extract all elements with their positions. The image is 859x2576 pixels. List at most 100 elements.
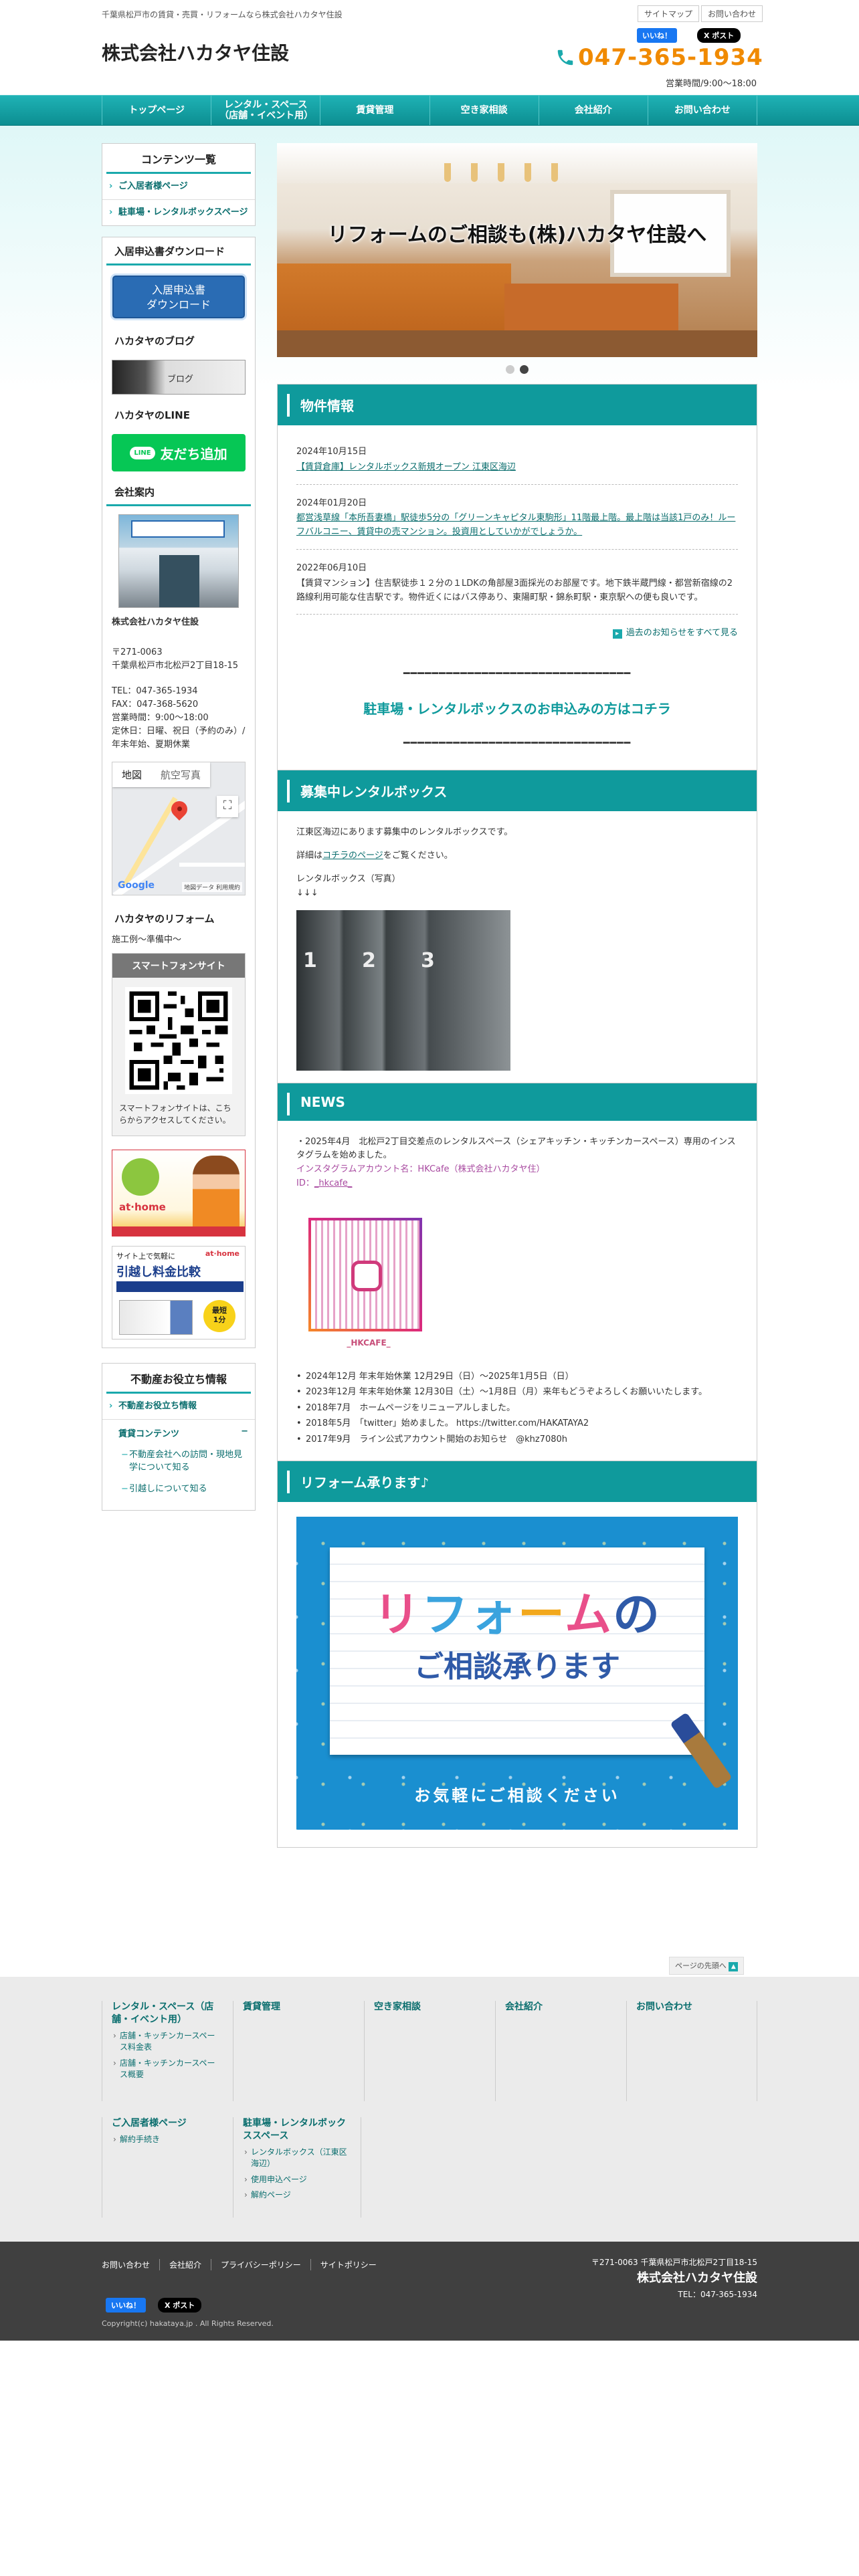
slider-dot-1[interactable] [506,364,514,374]
footer-link-privacy[interactable]: プライバシーポリシー [211,2259,310,2270]
footer-link-contact[interactable]: お問い合わせ [102,2259,159,2270]
news-item: 2024年12月 年末年始休業 12月29日（日）〜2025年1月5日（日） [296,1370,738,1384]
sub-item-moving[interactable]: 引越しについて知る [102,1479,255,1501]
property-date: 2022年06月10日 [296,562,367,573]
x-post-button[interactable]: X ポスト [697,28,741,43]
rental-contents-toggle[interactable]: 賃貸コンテンツ − [102,1420,255,1444]
hero-slider[interactable]: リフォームのご相談も(株)ハカタヤ住設へ [277,143,757,357]
footer-col-head[interactable]: 賃貸管理 [243,2001,352,2014]
property-link[interactable]: 【賃貸倉庫】レンタルボックス新規オープン 江東区海辺 [296,462,516,472]
map-tab-map[interactable]: 地図 [112,762,151,787]
nav-vacant-house[interactable]: 空き家相談 [429,96,539,125]
sidebar: コンテンツ一覧 ご入居者様ページ 駐車場・レンタルボックスページ 入居申込書ダウ… [102,143,256,1511]
nav-contact[interactable]: お問い合わせ [647,96,758,125]
arrow-up-icon: ▲ [729,1962,739,1971]
useful-info-title: 不動産お役立ち情報 [106,1364,251,1394]
map-type-tabs: 地図 航空写真 [112,762,211,787]
sitemap-link[interactable]: サイトマップ [638,5,700,22]
athome-logo: at·home [119,1200,166,1213]
footer-col-link[interactable]: 解約手続き [112,2134,221,2146]
athome-banner[interactable]: at·home [112,1149,246,1237]
map-tab-satellite[interactable]: 航空写真 [151,762,210,787]
insta-id: ID：_hkcafe_ [296,1178,353,1188]
footer-col-link[interactable]: 店舗・キッチンカースペース料金表 [112,2030,221,2054]
moving-banner-title: 引越し料金比較 [116,1265,201,1279]
rental-box-detail-link[interactable]: コチラのページ [322,851,383,861]
nav-rental-management[interactable]: 賃貸管理 [320,96,429,125]
smartphone-qr-code [125,986,232,1094]
reform-banner-subtitle: ご相談承ります [414,1650,620,1685]
application-download-button[interactable]: 入居申込書 ダウンロード [110,274,247,321]
company-fax: FAX：047-368-5620 [112,699,199,710]
instagram-qr-code: _HKCAFE_ [308,1217,429,1352]
page-bottom-blank [0,2341,859,2576]
company-info-title: 会社案内 [106,478,251,507]
nav-rental-space[interactable]: レンタル・スペース（店舗・イベント用） [211,96,320,125]
company-logo-text[interactable]: 株式会社ハカタヤ住設 [102,39,289,66]
x-post-button[interactable]: X ポスト [158,2298,202,2313]
facebook-like-button[interactable]: いいね！ [106,2298,146,2313]
reform-banner[interactable]: リフォームの ご相談承ります お気軽にご相談ください [296,1517,738,1830]
rental-box-title: 募集中レンタルボックス [278,770,757,812]
line-logo-icon: LINE [130,446,155,459]
phone-number[interactable]: 047-365-1934 [555,44,763,71]
footer-col-head[interactable]: レンタル・スペース（店舗・イベント用） [112,2001,221,2026]
footer-link-company[interactable]: 会社紹介 [159,2259,211,2270]
business-hours: 営業時間/9:00〜18:00 [666,79,757,89]
footer-col-link[interactable]: 使用申込ページ [243,2174,351,2186]
footer-social-buttons: いいね！ X ポスト [106,2298,202,2313]
nav-company[interactable]: 会社紹介 [538,96,648,125]
footer-col-head[interactable]: 駐車場・レンタルボックススペース [243,2117,351,2143]
box-number: 1 [303,948,317,972]
property-info-section: 物件情報 2024年10月15日 【賃貸倉庫】レンタルボックス新規オープン 江東… [277,384,757,771]
moving-banner-head: サイト上で気軽に [116,1251,175,1261]
page-top-link[interactable]: ページの先頭へ ▲ [669,1957,745,1975]
footer-col: お問い合わせ [626,2001,757,2101]
sub-item-visit[interactable]: 不動産会社への訪問・現地見学について知る [102,1444,255,1479]
property-entry: 2022年06月10日 【賃貸マンション】住吉駅徒歩１２分の１LDKの角部屋3面… [296,562,738,615]
hero-caption: リフォームのご相談も(株)ハカタヤ住設へ [327,223,707,247]
footer-col-head[interactable]: 会社紹介 [505,2001,614,2014]
rental-box-text: 江東区海辺にあります募集中のレンタルボックスです。 [296,827,513,838]
smartphone-site-title: スマートフォンサイト [112,953,245,978]
footer-link-site-policy[interactable]: サイトポリシー [310,2259,386,2270]
map-footer-text[interactable]: 地図データ 利用規約 [182,881,242,892]
menu-item-useful-info[interactable]: 不動産お役立ち情報 [102,1394,255,1420]
line-add-friend-button[interactable]: LINE 友だち追加 [112,434,246,472]
facebook-like-button[interactable]: いいね！ [637,28,677,43]
moving-banner-logo: at·home [205,1249,240,1258]
divider-dashes: ━━━━━━━━━━━━━━━━━━━━━━━━━━━━━━━━ [403,736,632,749]
footer-bottom: お問い合わせ 会社紹介 プライバシーポリシー サイトポリシー 〒271-0063… [0,2242,859,2341]
menu-item-residents[interactable]: ご入居者様ページ [102,174,255,201]
footer-col-link[interactable]: 解約ページ [243,2189,351,2202]
useful-info-menu: 不動産お役立ち情報 不動産お役立ち情報 賃貸コンテンツ − 不動産会社への訪問・… [102,1362,256,1511]
company-postal: 〒271-0063 [112,647,163,657]
property-link[interactable]: 都営浅草線「本所吾妻橋」駅徒歩5分の「グリーンキャピタル東駒形」11階最上階。最… [296,513,735,537]
smartphone-site-box: スマートフォンサイト スマートフォンサイトは、こちらからアクセスしてください。 [112,952,246,1136]
footer-col-head[interactable]: ご入居者様ページ [112,2117,221,2130]
menu-item-parking[interactable]: 駐車場・レンタルボックスページ [102,200,255,225]
footer-col-head[interactable]: 空き家相談 [374,2001,483,2014]
footer-col-link[interactable]: 店舗・キッチンカースペース概要 [112,2058,221,2081]
footer-col-link[interactable]: レンタルボックス（江東区海辺） [243,2147,351,2170]
moving-cost-banner[interactable]: サイト上で気軽に at·home 引越し料金比較 最短 1分 [112,1245,246,1339]
insta-id-link[interactable]: _hkcafe_ [314,1178,352,1188]
blog-banner[interactable]: ブログ [112,360,246,395]
moving-banner-badge: 最短 1分 [203,1299,235,1332]
news-title: NEWS [278,1083,757,1121]
news-item: 2017年9月 ライン公式アカウント開始のお知らせ @khz7080h [296,1433,738,1446]
nav-top[interactable]: トップページ [102,96,211,125]
google-map[interactable]: 地図 航空写真 ⛶ Google 地図データ 利用規約 [112,761,246,895]
news-section: NEWS ・2025年4月 北松戸2丁目交差点のレンタルスペース（シェアキッチン… [277,1082,757,1462]
line-button-label: 友だち追加 [160,445,227,462]
footer-col-head[interactable]: お問い合わせ [636,2001,747,2014]
more-news-link[interactable]: 過去のお知らせをすべて見る [296,627,738,641]
blog-title: ハカタヤのブログ [114,335,195,348]
parking-cta-link[interactable]: コチラ [631,701,671,717]
news-item: 2023年12月 年末年始休業 12月30日（土）〜1月8日（月）来年もどうぞよ… [296,1386,738,1399]
reform-banner-caption: お気軽にご相談ください [414,1786,620,1806]
contact-link[interactable]: お問い合わせ [701,5,763,22]
slider-dot-2[interactable] [520,364,529,374]
map-fullscreen-icon[interactable]: ⛶ [217,795,238,817]
reform-section: リフォーム承ります♪ リフォームの ご相談承ります お気軽にご相談ください [277,1461,757,1848]
